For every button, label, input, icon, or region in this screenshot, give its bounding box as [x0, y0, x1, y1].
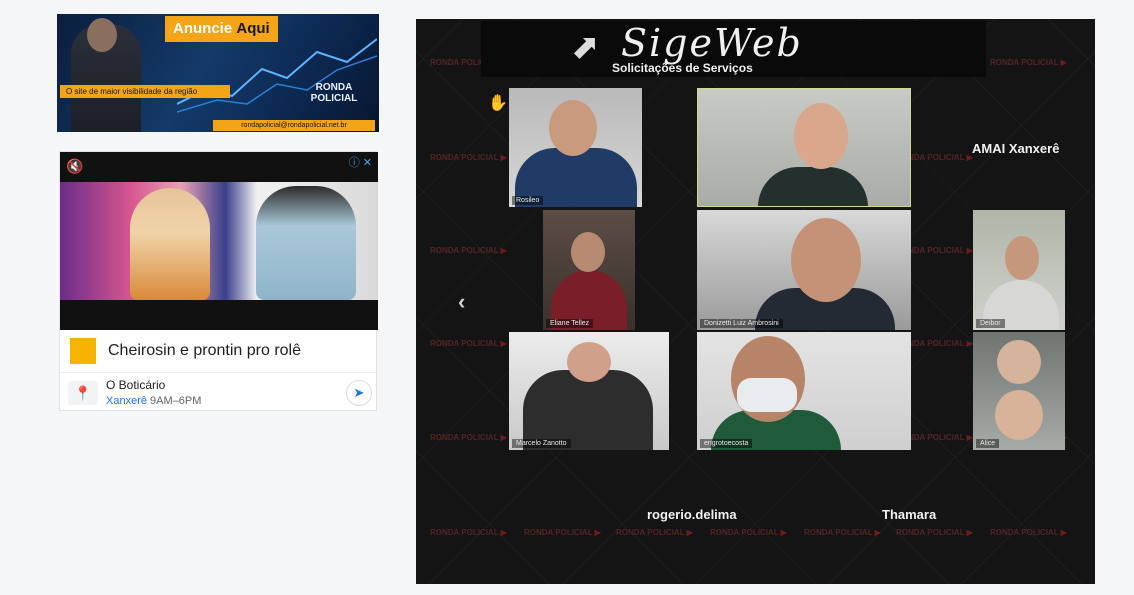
- sigeweb-title: SigeWeb: [621, 21, 803, 65]
- banner-person-head: [87, 18, 117, 52]
- watermark: RONDA POLICIAL: [430, 340, 507, 348]
- participant-face: [571, 232, 605, 272]
- chevron-left-icon[interactable]: ‹: [458, 289, 465, 315]
- participant-name: Deibor: [976, 319, 1005, 328]
- anuncie-banner[interactable]: Anuncie Aqui O site de maior visibilidad…: [57, 14, 379, 132]
- watermark: RONDA POLICIAL: [430, 154, 507, 162]
- directions-icon[interactable]: ➤: [346, 380, 372, 406]
- participant-tile[interactable]: Deibor: [973, 210, 1065, 330]
- ad-brand: O Boticário: [106, 378, 166, 392]
- ad-video[interactable]: 🔇 ⓘ ✕: [60, 152, 378, 330]
- participant-face: [567, 342, 611, 382]
- participant-face: [997, 340, 1041, 384]
- participant-tile[interactable]: Alice: [973, 332, 1065, 450]
- participant-name: Marcelo Zanotto: [512, 439, 571, 448]
- label-amai-xanxere: AMAI Xanxerê: [972, 141, 1060, 156]
- ad-headline[interactable]: Cheirosin e prontin pro rolê: [108, 342, 301, 360]
- ad-video-man: [256, 186, 356, 300]
- ad-location-row[interactable]: 📍 O Boticário Xanxerê 9AM–6PM ➤: [60, 372, 378, 412]
- participant-tile[interactable]: engrotoecosta: [697, 332, 911, 450]
- participant-mask: [737, 378, 797, 412]
- participant-tile[interactable]: Rosileo: [509, 88, 642, 207]
- ronda-policial-logo: RONDA POLICIAL: [310, 82, 358, 104]
- watermark: RONDA POLICIAL: [896, 529, 973, 537]
- ad-location: Xanxerê 9AM–6PM: [106, 395, 202, 407]
- raise-hand-icon: ✋: [488, 95, 508, 112]
- participant-face: [1005, 236, 1039, 280]
- ad-video-woman: [130, 188, 210, 300]
- brand-logo: [70, 338, 96, 364]
- sigeweb-header: ⬈ SigeWeb Solicitações de Serviços: [481, 21, 986, 77]
- sigeweb-subtitle: Solicitações de Serviços: [612, 61, 753, 75]
- banner-slogan: O site de maior visibilidade da região: [60, 85, 230, 98]
- participant-name: Rosileo: [512, 196, 544, 205]
- sigeweb-arrow-icon: ⬈: [571, 28, 600, 66]
- participant-name: Alice: [976, 439, 1000, 448]
- watermark: RONDA POLICIAL: [430, 529, 507, 537]
- participant-face: [791, 218, 861, 302]
- ad-headline-row[interactable]: Cheirosin e prontin pro rolê: [60, 330, 378, 372]
- watermark: RONDA POLICIAL: [430, 434, 507, 442]
- watermark: RONDA POLICIAL: [990, 529, 1067, 537]
- participant-face: [794, 103, 848, 169]
- participant-body: [758, 167, 868, 206]
- participant-tile[interactable]: Eliane Tellez: [543, 210, 635, 330]
- location-pin-icon: 📍: [68, 381, 98, 405]
- participant-face: [995, 390, 1043, 440]
- watermark: RONDA POLICIAL: [710, 529, 787, 537]
- participant-tile-active[interactable]: [697, 88, 911, 207]
- participant-name: engrotoecosta: [700, 439, 753, 448]
- participant-tile[interactable]: Marcelo Zanotto: [509, 332, 669, 450]
- mute-icon[interactable]: 🔇: [66, 158, 83, 175]
- watermark: RONDA POLICIAL: [990, 59, 1067, 67]
- watermark: RONDA POLICIAL: [804, 529, 881, 537]
- label-thamara: Thamara: [882, 507, 937, 522]
- video-meeting-panel: RONDA POLICIAL RONDA POLICIAL RONDA POLI…: [416, 19, 1095, 584]
- participant-body: [523, 370, 653, 450]
- adchoices-icon[interactable]: ⓘ ✕: [349, 154, 372, 170]
- video-ad[interactable]: 🔇 ⓘ ✕ Cheirosin e prontin pro rolê 📍 O B…: [59, 151, 378, 412]
- participant-name: Donizetti Luiz Ambrosini: [700, 319, 783, 328]
- watermark: RONDA POLICIAL: [430, 247, 507, 255]
- participant-face: [549, 100, 597, 156]
- label-rogerio-delima: rogerio.delima: [647, 507, 737, 522]
- participant-name: Eliane Tellez: [546, 319, 594, 328]
- watermark: RONDA POLICIAL: [524, 529, 601, 537]
- watermark: RONDA POLICIAL: [616, 529, 693, 537]
- banner-tag: Anuncie Aqui: [165, 16, 278, 42]
- participant-tile[interactable]: Donizetti Luiz Ambrosini: [697, 210, 911, 330]
- banner-url: rondapolicial@rondapolicial.net.br: [213, 120, 375, 131]
